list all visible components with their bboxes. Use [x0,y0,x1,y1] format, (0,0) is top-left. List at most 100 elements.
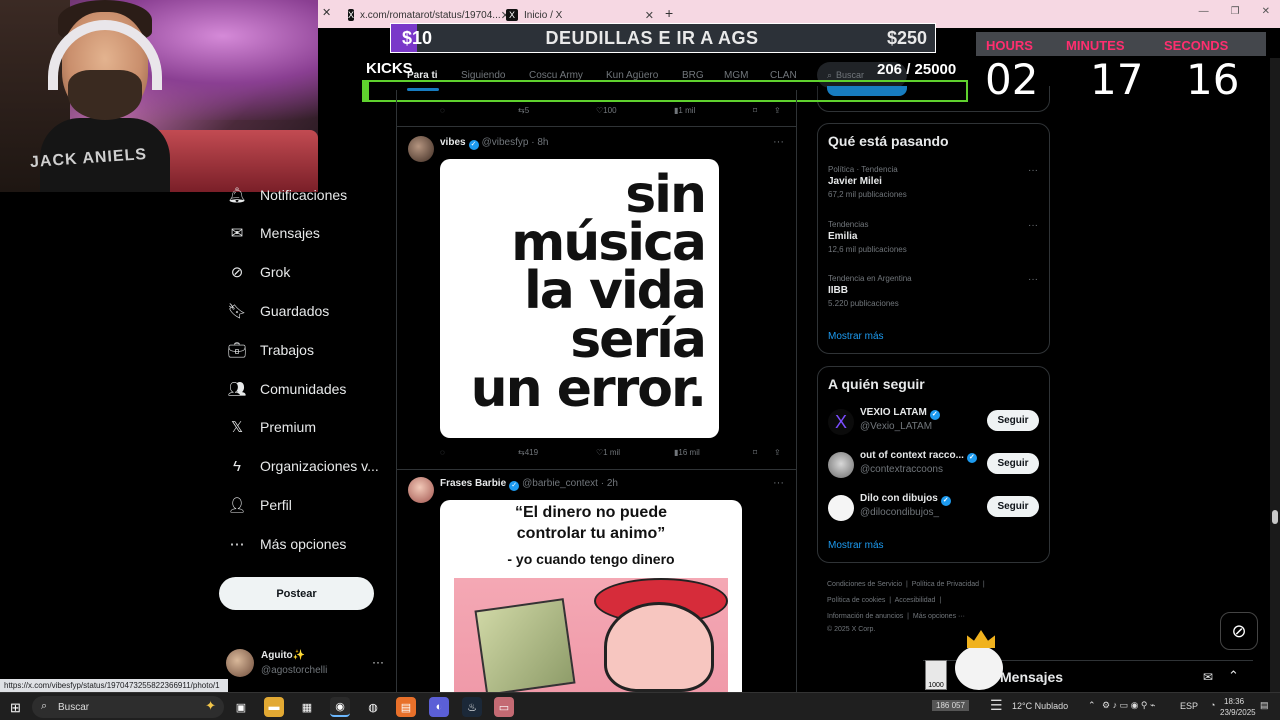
post-button[interactable]: Postear [219,577,374,610]
divider [397,126,796,127]
tweet-image[interactable]: sin música la vida sería un error. [440,159,719,438]
minimize-icon[interactable]: — [1199,6,1209,17]
repost-button[interactable]: ⇆ 419 [518,448,538,457]
browser-tab-active[interactable]: X Inicio / X ✕ [506,5,654,25]
tab-label: Inicio / X [524,9,563,21]
trend-item[interactable]: Tendencias Emilia 12,6 mil publicaciones… [828,220,1040,254]
more-icon[interactable]: ··· [1028,220,1038,231]
tweet-image[interactable]: “El dinero no puede controlar tu animo” … [440,500,742,692]
nav-bookmarks[interactable]: 🔖︎ Guardados [227,302,329,320]
repost-button[interactable]: ⇆ 5 [518,106,529,115]
like-button[interactable]: ♡ 1 mil [596,448,620,457]
nav-messages[interactable]: ✉ Mensajes [228,224,320,242]
follow-button[interactable]: Seguir [987,496,1039,517]
task-view-icon[interactable]: ▣ [231,697,251,717]
taskbar-search[interactable]: ⌕ Buscar ✦ [32,696,224,718]
like-button[interactable]: ♡ 100 [596,106,617,115]
browser-tab[interactable]: X x.com/romatarot/status/19704... ✕ [348,5,510,25]
app-icon[interactable]: ▭ [494,697,514,717]
follow-suggestion[interactable]: out of context racco... ✓ @contextraccoon… [828,450,1040,480]
scrollbar-thumb[interactable] [1272,510,1278,524]
trend-item[interactable]: Tendencia en Argentina IIBB 5.220 public… [828,274,1040,308]
avatar[interactable] [408,136,434,162]
show-more-link[interactable]: Mostrar más [828,331,884,342]
follow-button[interactable]: Seguir [987,453,1039,474]
store-icon[interactable]: ▦ [297,697,317,717]
tweet-time[interactable]: 8h [537,137,548,148]
weather-text[interactable]: 12°C Nublado [1012,701,1068,711]
chrome-icon[interactable]: ◉ [330,697,350,717]
footer-links: Condiciones de Servicio | Política de Pr… [827,577,1047,638]
views-button[interactable]: ▮ 16 mil [674,448,700,457]
tab-close-icon[interactable]: ✕ [322,6,331,19]
bookmark-icon[interactable]: ⌑ [753,106,757,115]
reply-icon[interactable]: ◌ [440,106,445,115]
grok-icon[interactable]: ⊘ [1220,612,1258,650]
author-handle[interactable]: @barbie_context [522,478,598,489]
footer-link[interactable]: Política de Privacidad [912,581,979,588]
obs-icon[interactable]: ◍ [363,697,383,717]
clock-time[interactable]: 18:36 [1224,697,1244,706]
trend-item[interactable]: Política · Tendencia Javier Milei 67,2 m… [828,165,1040,199]
nav-label: Más opciones [260,536,347,552]
reply-icon[interactable]: ◌ [440,448,445,457]
footer-link[interactable]: Información de anuncios [827,613,903,620]
clock-date[interactable]: 23/9/2025 [1220,708,1256,717]
chevron-up-icon[interactable]: ⌃ [1228,668,1239,684]
share-icon[interactable]: ⇪ [774,106,781,115]
wifi-icon[interactable]: ◔ [1210,700,1215,710]
maximize-icon[interactable]: ❐ [1231,6,1240,17]
nav-more[interactable]: ⋯ Más opciones [228,535,347,553]
footer-link[interactable]: Política de cookies [827,597,885,604]
footer-link[interactable]: Condiciones de Servicio [827,581,902,588]
app-icon[interactable]: ▤ [396,697,416,717]
more-icon[interactable]: ··· [773,477,784,489]
author-name[interactable]: Frases Barbie [440,478,506,489]
close-icon[interactable]: ✕ [645,9,654,22]
nav-organizations[interactable]: ϟ Organizaciones v... [228,457,379,475]
nav-grok[interactable]: ⊘ Grok [228,263,291,281]
new-tab-icon[interactable]: + [665,5,673,21]
mascot-body [955,646,1003,690]
close-window-icon[interactable]: ✕ [1262,6,1270,17]
share-icon[interactable]: ⇪ [774,448,781,457]
chevron-up-icon[interactable]: ⌃ [1088,700,1096,711]
nav-communities[interactable]: 👥︎ Comunidades [227,380,346,398]
nav-notifications[interactable]: 🔔︎ Notificaciones [227,186,347,204]
footer-link[interactable]: Más opciones ··· [913,613,965,620]
more-icon[interactable]: ··· [372,655,384,669]
trend-posts: 67,2 mil publicaciones [828,190,907,199]
scrollbar[interactable] [1270,58,1280,692]
account-switcher[interactable]: Aguito✨ @agostorchelli ··· [226,649,386,679]
author-handle[interactable]: @vibesfyp [482,137,529,148]
nav-premium[interactable]: 𝕏 Premium [228,418,316,436]
nav-jobs[interactable]: 💼︎ Trabajos [227,341,313,359]
more-icon[interactable]: ··· [1028,165,1038,176]
verified-icon: ✓ [940,496,951,506]
avatar[interactable] [408,477,434,503]
follow-suggestion[interactable]: Dilo con dibujos ✓ @dilocondibujos_ Segui… [828,493,1040,523]
menu-icon[interactable]: ☰ [990,697,1003,714]
more-icon[interactable]: ··· [1028,274,1038,285]
tweet-time[interactable]: 2h [607,478,618,489]
compose-message-icon[interactable]: ✉ [1203,670,1213,684]
windows-start-icon[interactable]: ⊞ [10,700,21,716]
discord-icon[interactable]: ◐ [429,697,449,717]
nav-profile[interactable]: 👤︎ Perfil [227,496,291,514]
views-button[interactable]: ▮ 1 mil [674,106,695,115]
tray-icons[interactable]: ⚙ ♪ ▭ ◉ ⚲ ⌁ [1102,700,1155,711]
bookmark-icon[interactable]: ⌑ [753,448,757,457]
follow-button[interactable]: Seguir [987,410,1039,431]
follow-suggestion[interactable]: X VEXIO LATAM ✓ @Vexio_LATAM Seguir [828,407,1040,437]
kicks-progress-fill [364,82,369,100]
notifications-icon[interactable]: ▤ [1260,700,1269,711]
more-icon[interactable]: ··· [773,136,784,148]
language-indicator[interactable]: ESP [1180,701,1198,711]
footer-link[interactable]: Accesibilidad [895,597,936,604]
author-name[interactable]: vibes [440,137,466,148]
show-more-link[interactable]: Mostrar más [828,540,884,551]
steam-icon[interactable]: ♨ [462,697,482,717]
file-explorer-icon[interactable]: ▬ [264,697,284,717]
x-logo-icon: X [348,9,355,21]
image-caption: - yo cuando tengo dinero [507,551,675,567]
